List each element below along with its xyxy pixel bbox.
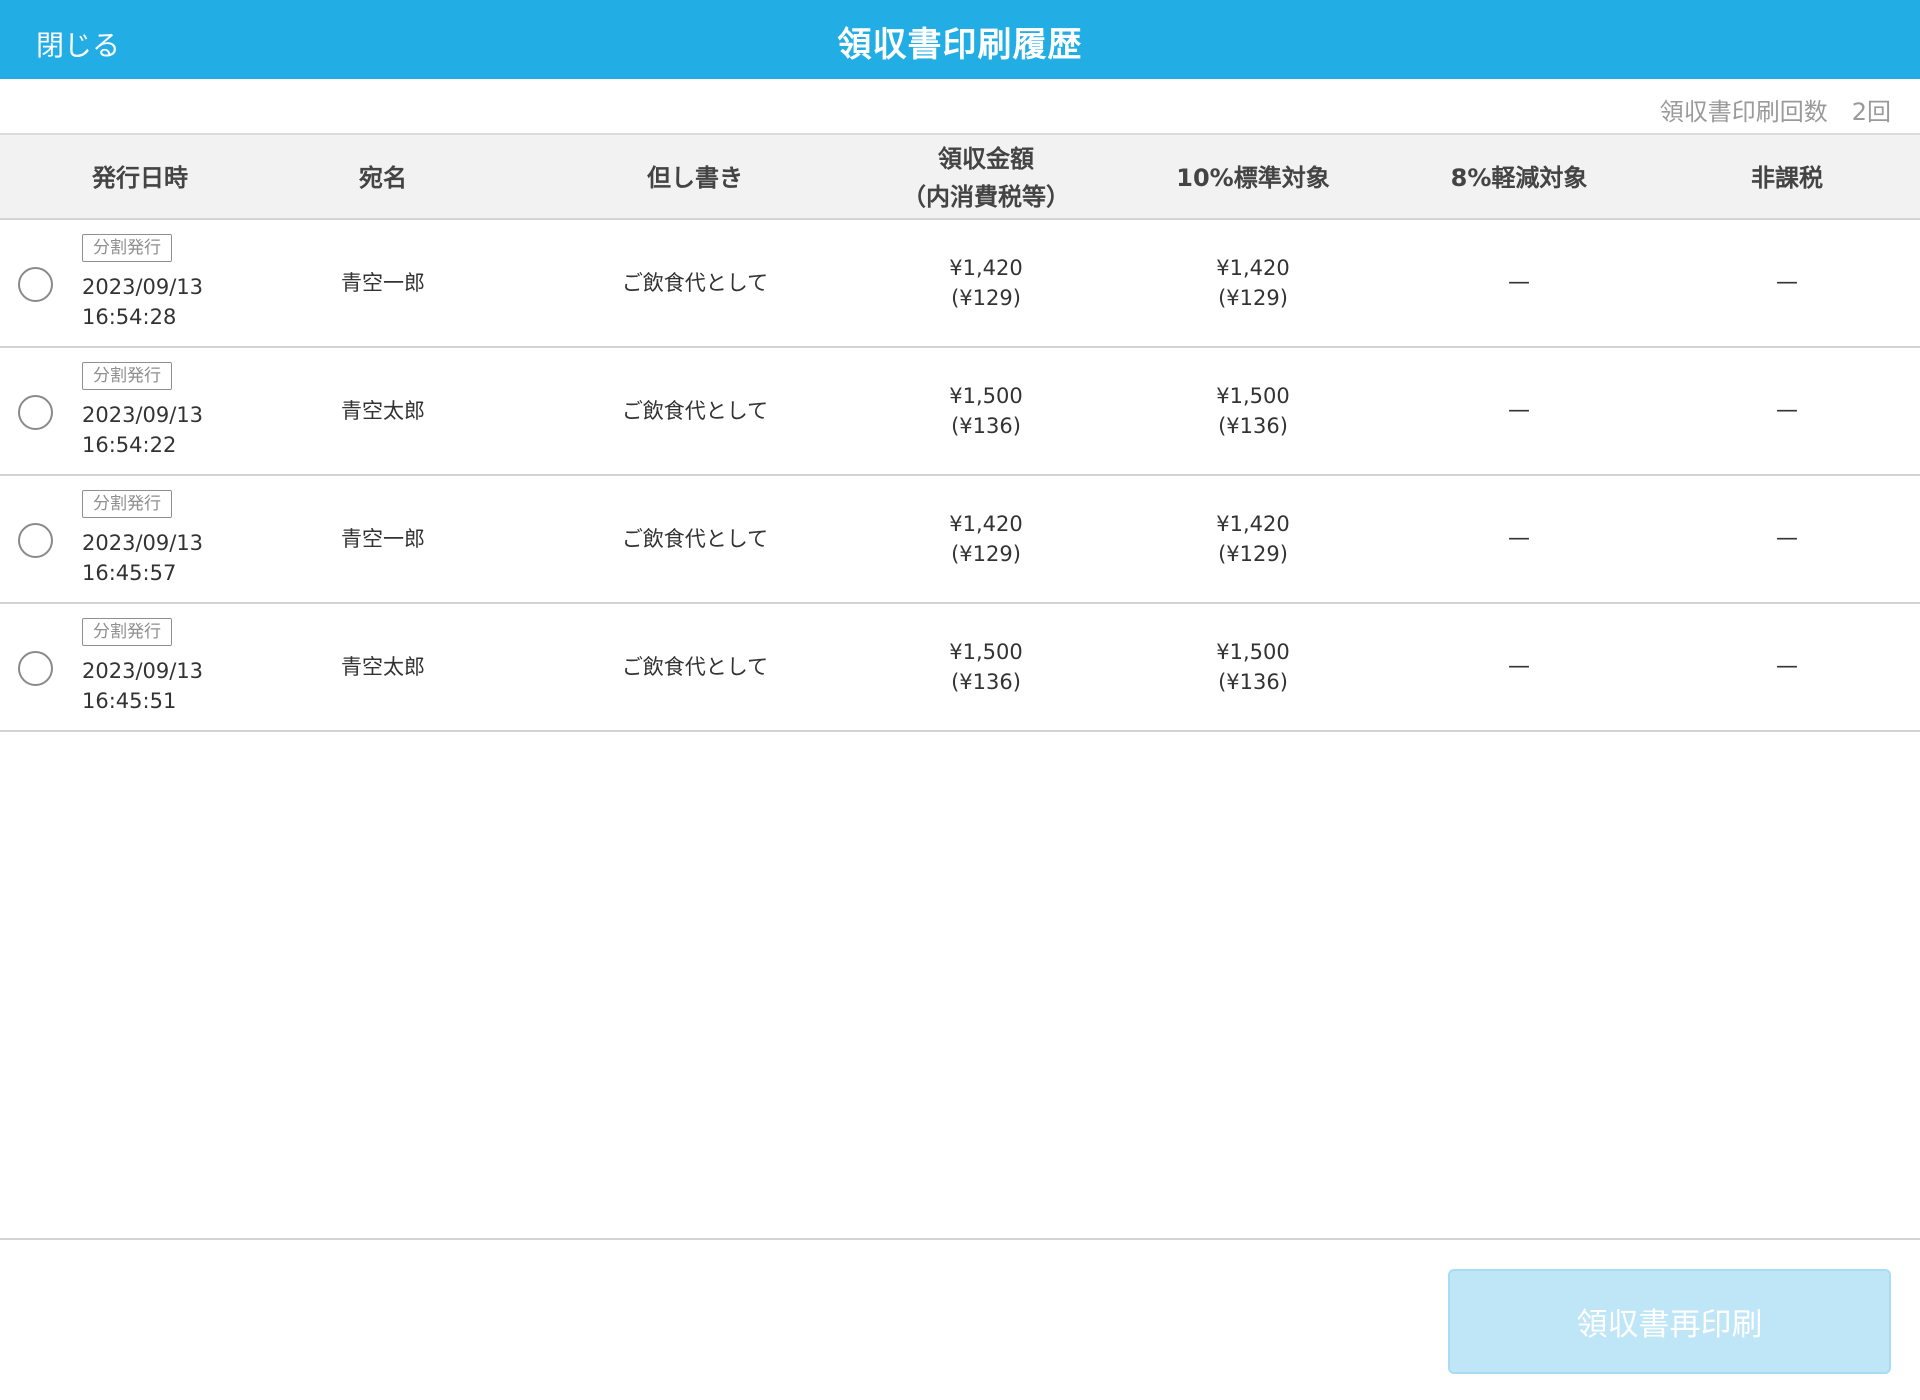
receipt-history-table: 発行日時 宛名 但し書き 領収金額 （内消費税等） 10%標準対象 8%軽減対象…	[0, 133, 1920, 732]
issued-time: 16:54:22	[82, 433, 177, 457]
column-header-amount: 領収金額 （内消費税等）	[902, 144, 1070, 211]
amount-cell: ¥1,500 (¥136)	[949, 640, 1023, 694]
print-count: 領収書印刷回数 2回	[1660, 92, 1891, 127]
non-taxable-cell: —	[1776, 398, 1798, 423]
non-taxable-cell: —	[1776, 270, 1798, 295]
row-select-radio[interactable]	[18, 267, 53, 302]
amount-cell: ¥1,500 (¥136)	[949, 384, 1023, 438]
issued-date: 2023/09/13	[82, 275, 204, 299]
standard-rate-cell: ¥1,420 (¥129)	[1216, 256, 1290, 310]
table-row[interactable]: 分割発行 2023/09/13 16:54:22 青空太郎 ご飲食代として ¥1…	[0, 348, 1920, 476]
recipient-cell: 青空一郎	[341, 527, 425, 551]
standard-rate-cell: ¥1,500 (¥136)	[1216, 384, 1290, 438]
row-select-radio[interactable]	[18, 523, 53, 558]
non-taxable-cell: —	[1776, 654, 1798, 679]
print-count-label: 領収書印刷回数	[1659, 98, 1828, 126]
receipt-print-history-screen: 閉じる 領収書印刷履歴 領収書印刷回数 2回 発行日時 宛名 但し書き 領収金額 …	[0, 0, 1920, 1400]
amount-cell: ¥1,420 (¥129)	[949, 512, 1023, 566]
header-bar: 閉じる 領収書印刷履歴	[0, 0, 1920, 79]
issued-time: 16:45:51	[82, 689, 177, 713]
issued-date: 2023/09/13	[82, 659, 204, 683]
column-header-non-taxable: 非課税	[1751, 163, 1823, 192]
split-issue-badge: 分割発行	[82, 362, 172, 390]
page-title: 領収書印刷履歴	[837, 25, 1083, 65]
non-taxable-cell: —	[1776, 526, 1798, 551]
issued-date: 2023/09/13	[82, 403, 204, 427]
table-header: 発行日時 宛名 但し書き 領収金額 （内消費税等） 10%標準対象 8%軽減対象…	[0, 133, 1920, 220]
reduced-rate-cell: —	[1508, 398, 1530, 423]
memo-cell: ご飲食代として	[621, 655, 769, 679]
split-issue-badge: 分割発行	[82, 490, 172, 518]
reduced-rate-cell: —	[1508, 654, 1530, 679]
row-select-radio[interactable]	[18, 395, 53, 430]
split-issue-badge: 分割発行	[82, 234, 172, 262]
table-row[interactable]: 分割発行 2023/09/13 16:54:28 青空一郎 ご飲食代として ¥1…	[0, 220, 1920, 348]
issued-time: 16:54:28	[82, 305, 177, 329]
column-header-memo: 但し書き	[647, 163, 743, 192]
reduced-rate-cell: —	[1508, 270, 1530, 295]
issued-time: 16:45:57	[82, 561, 177, 585]
memo-cell: ご飲食代として	[621, 399, 769, 423]
standard-rate-cell: ¥1,500 (¥136)	[1216, 640, 1290, 694]
print-count-value: 2回	[1851, 98, 1891, 126]
amount-cell: ¥1,420 (¥129)	[949, 256, 1023, 310]
column-header-reduced-rate: 8%軽減対象	[1450, 163, 1588, 192]
recipient-cell: 青空太郎	[341, 399, 425, 423]
recipient-cell: 青空太郎	[341, 655, 425, 679]
row-select-radio[interactable]	[18, 651, 53, 686]
issued-date: 2023/09/13	[82, 531, 204, 555]
recipient-cell: 青空一郎	[341, 271, 425, 295]
standard-rate-cell: ¥1,420 (¥129)	[1216, 512, 1290, 566]
column-header-standard-rate: 10%標準対象	[1176, 163, 1330, 192]
table-row[interactable]: 分割発行 2023/09/13 16:45:51 青空太郎 ご飲食代として ¥1…	[0, 604, 1920, 732]
reduced-rate-cell: —	[1508, 526, 1530, 551]
column-header-issued-at: 発行日時	[92, 163, 188, 192]
column-header-recipient: 宛名	[359, 163, 407, 192]
split-issue-badge: 分割発行	[82, 618, 172, 646]
memo-cell: ご飲食代として	[621, 527, 769, 551]
reprint-receipt-button[interactable]: 領収書再印刷	[1448, 1269, 1891, 1374]
table-row[interactable]: 分割発行 2023/09/13 16:45:57 青空一郎 ご飲食代として ¥1…	[0, 476, 1920, 604]
footer-divider	[0, 1238, 1920, 1240]
memo-cell: ご飲食代として	[621, 271, 769, 295]
